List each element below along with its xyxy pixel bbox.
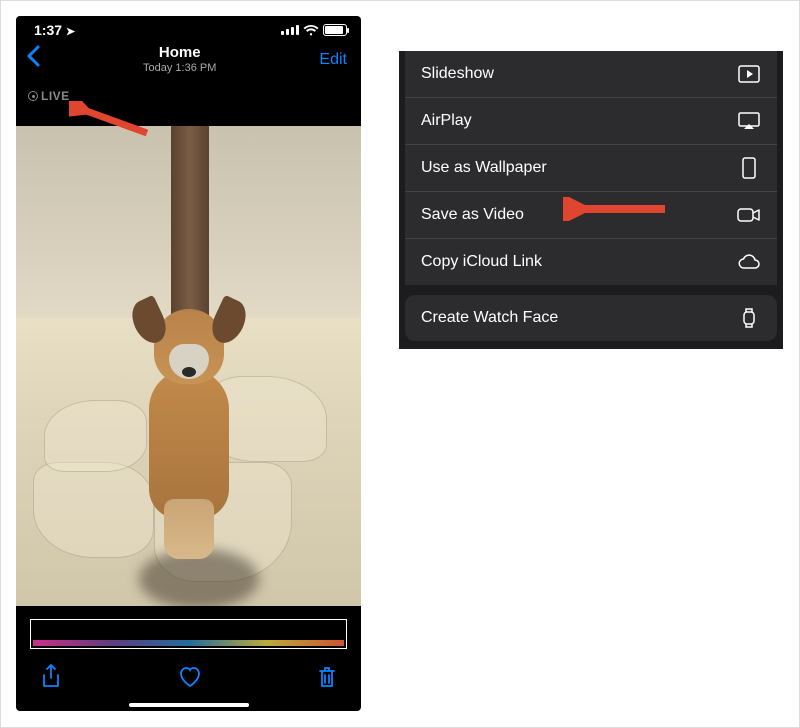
nav-title-group: Home Today 1:36 PM — [143, 44, 216, 75]
battery-icon — [323, 24, 347, 36]
airplay-icon — [737, 111, 761, 131]
location-arrow-icon: ➤ — [66, 26, 75, 38]
live-dot-icon — [28, 91, 38, 101]
phone-screenshot: 1:37 ➤ Home Today 1:36 PM Edit LIVE — [16, 16, 361, 711]
watch-icon — [737, 308, 761, 328]
nav-subtitle: Today 1:36 PM — [143, 62, 216, 75]
edit-button[interactable]: Edit — [319, 51, 347, 69]
photo-content — [16, 126, 361, 606]
sheet-label: Copy iCloud Link — [421, 253, 542, 271]
sheet-item-airplay[interactable]: AirPlay — [405, 98, 777, 145]
photo-viewport[interactable] — [16, 126, 361, 606]
sheet-label: Slideshow — [421, 65, 494, 83]
sheet-label: AirPlay — [421, 112, 472, 130]
share-action-sheet: Slideshow AirPlay Use as Wallpaper Save … — [399, 51, 783, 349]
bottom-toolbar — [16, 659, 361, 699]
nav-bar: Home Today 1:36 PM Edit — [16, 40, 361, 83]
scrubber-thumbnail[interactable] — [30, 619, 347, 649]
nav-title: Home — [143, 44, 216, 62]
status-bar: 1:37 ➤ — [16, 16, 361, 40]
back-button[interactable] — [26, 45, 40, 74]
video-camera-icon — [737, 205, 761, 225]
trash-button[interactable] — [317, 665, 337, 694]
favorite-button[interactable] — [177, 665, 203, 694]
play-box-icon — [737, 64, 761, 84]
dog-subject — [109, 289, 269, 569]
sheet-item-watch-face[interactable]: Create Watch Face — [405, 295, 777, 341]
cellular-signal-icon — [281, 25, 299, 35]
sheet-item-icloud-link[interactable]: Copy iCloud Link — [405, 239, 777, 285]
live-badge: LIVE — [28, 89, 70, 103]
sheet-item-save-video[interactable]: Save as Video — [405, 192, 777, 239]
cloud-icon — [737, 252, 761, 272]
sheet-label: Save as Video — [421, 206, 524, 224]
sheet-primary-group: Slideshow AirPlay Use as Wallpaper Save … — [405, 51, 777, 285]
sheet-item-slideshow[interactable]: Slideshow — [405, 51, 777, 98]
phone-rect-icon — [737, 158, 761, 178]
sheet-item-wallpaper[interactable]: Use as Wallpaper — [405, 145, 777, 192]
home-indicator[interactable] — [129, 703, 249, 707]
wifi-icon — [303, 24, 319, 36]
clock-time: 1:37 — [34, 22, 62, 38]
sheet-secondary-group: Create Watch Face — [405, 295, 777, 341]
sheet-label: Create Watch Face — [421, 309, 558, 327]
status-time: 1:37 ➤ — [34, 22, 75, 38]
live-label: LIVE — [41, 89, 70, 103]
status-right — [281, 24, 347, 36]
share-button[interactable] — [40, 664, 62, 695]
sheet-label: Use as Wallpaper — [421, 159, 547, 177]
